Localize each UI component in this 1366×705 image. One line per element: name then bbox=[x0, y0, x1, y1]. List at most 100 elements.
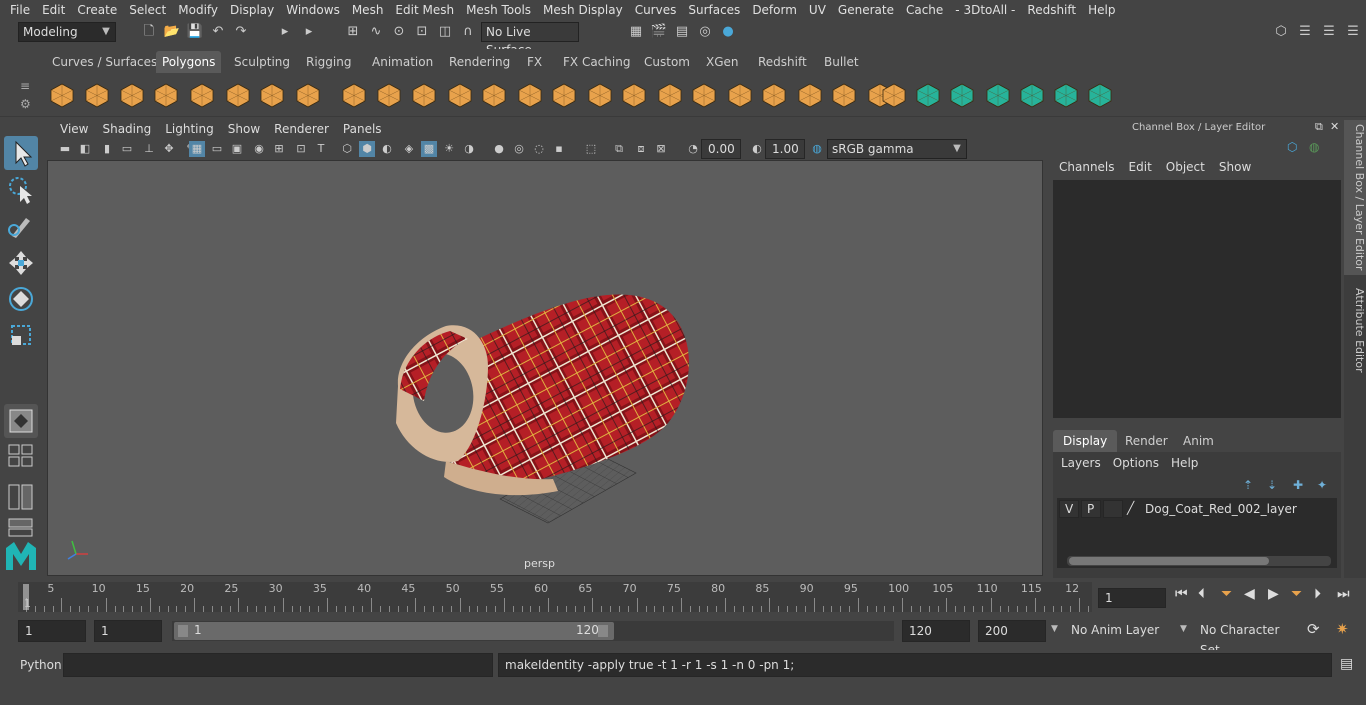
menu-item-mesh[interactable]: Mesh bbox=[346, 0, 390, 20]
chevron-down-icon[interactable]: ▼ bbox=[1180, 624, 1187, 634]
animation-start-field[interactable]: 1 bbox=[18, 620, 86, 642]
single-view-layout-icon[interactable] bbox=[4, 404, 38, 438]
insert-loop-icon[interactable] bbox=[914, 81, 942, 109]
step-forward-icon[interactable]: ⏵ bbox=[1314, 586, 1321, 602]
backface-culling-icon[interactable]: ⊠ bbox=[653, 141, 669, 157]
attribute-editor-side-tab[interactable]: Attribute Editor bbox=[1344, 285, 1366, 375]
snap-surface-icon[interactable]: ◫ bbox=[436, 23, 454, 41]
move-layer-up-icon[interactable]: ⇡ bbox=[1243, 478, 1253, 492]
layer-visibility-toggle[interactable]: V bbox=[1059, 500, 1079, 518]
go-to-end-icon[interactable]: ⏭ bbox=[1337, 586, 1350, 602]
append-icon[interactable] bbox=[586, 81, 614, 109]
field-chart-icon[interactable]: ⊞ bbox=[271, 141, 287, 157]
shelf-tab-rendering[interactable]: Rendering bbox=[443, 51, 516, 73]
mirror-icon[interactable] bbox=[516, 81, 544, 109]
menu-item-windows[interactable]: Windows bbox=[280, 0, 346, 20]
poke-icon[interactable] bbox=[830, 81, 858, 109]
wireframe-on-shaded-icon[interactable]: ◐ bbox=[379, 141, 395, 157]
colorspace-dropdown[interactable]: sRGB gamma ▼ bbox=[827, 139, 967, 159]
magnet-icon[interactable]: ∩ bbox=[459, 23, 477, 41]
camera-icon[interactable]: ▬ bbox=[57, 141, 73, 157]
channel-box-side-tab[interactable]: Channel Box / Layer Editor bbox=[1344, 120, 1366, 275]
shelf-tab-animation[interactable]: Animation bbox=[366, 51, 439, 73]
snap-view-icon[interactable]: ⊡ bbox=[413, 23, 431, 41]
viewport-menu-view[interactable]: View bbox=[53, 122, 95, 136]
motion-blur-icon[interactable]: ● bbox=[491, 141, 507, 157]
outliner-layout-icon[interactable] bbox=[4, 482, 38, 512]
snap-curve-icon[interactable]: ∿ bbox=[367, 23, 385, 41]
attribute-editor-toggle-icon[interactable]: ☰ bbox=[1296, 23, 1314, 41]
lights-icon[interactable]: ▩ bbox=[421, 141, 437, 157]
chevron-down-icon[interactable]: ▼ bbox=[1051, 624, 1058, 634]
shadows-icon[interactable]: ☀ bbox=[441, 141, 457, 157]
time-ruler[interactable]: 1510152025303540455055606570758085909510… bbox=[18, 582, 1092, 612]
new-layer-selected-icon[interactable]: ✦ bbox=[1317, 478, 1327, 492]
sew-uv-icon[interactable] bbox=[1052, 81, 1080, 109]
select-hierarchy-icon[interactable]: ▸ bbox=[276, 23, 294, 41]
menu-item-edit-mesh[interactable]: Edit Mesh bbox=[389, 0, 460, 20]
gamma-field[interactable]: 1.00 bbox=[765, 139, 805, 159]
layer-scrollbar-thumb[interactable] bbox=[1069, 557, 1269, 565]
shelf-tab-redshift[interactable]: Redshift bbox=[752, 51, 813, 73]
shelf-tab-rigging[interactable]: Rigging bbox=[300, 51, 357, 73]
shelf-menu-icon[interactable]: ≡ bbox=[20, 79, 30, 93]
unfold-icon[interactable] bbox=[1086, 81, 1114, 109]
color-management-icon[interactable]: ◍ bbox=[809, 141, 825, 157]
hypershade-icon[interactable]: ● bbox=[719, 23, 737, 41]
character-set-dropdown[interactable]: No Character Set bbox=[1196, 620, 1300, 657]
torus-icon[interactable] bbox=[224, 81, 252, 109]
menu-item-edit[interactable]: Edit bbox=[36, 0, 71, 20]
cone-icon[interactable] bbox=[152, 81, 180, 109]
select-tool-icon[interactable] bbox=[4, 136, 38, 170]
cube-icon[interactable] bbox=[83, 81, 111, 109]
live-surface-field[interactable]: No Live Surface bbox=[481, 22, 579, 57]
command-input[interactable] bbox=[63, 653, 493, 677]
camera-attributes-icon[interactable]: ◧ bbox=[77, 141, 93, 157]
menu-item-curves[interactable]: Curves bbox=[629, 0, 683, 20]
film-gate-icon[interactable]: ▭ bbox=[209, 141, 225, 157]
menu-item-surfaces[interactable]: Surfaces bbox=[682, 0, 746, 20]
persp-graph-layout-icon[interactable] bbox=[4, 516, 38, 538]
shelf-settings-icon[interactable]: ⚙ bbox=[20, 97, 31, 111]
step-forward-key-icon[interactable]: ⏷ bbox=[1291, 586, 1302, 602]
tool-settings-toggle-icon[interactable]: ☰ bbox=[1320, 23, 1338, 41]
shelf-tab-fx-caching[interactable]: FX Caching bbox=[557, 51, 636, 73]
grid-toggle-icon[interactable]: ⊥ bbox=[141, 141, 157, 157]
pyramid-icon[interactable] bbox=[258, 81, 286, 109]
playback-start-field[interactable]: 1 bbox=[94, 620, 162, 642]
move-layer-down-icon[interactable]: ⇣ bbox=[1267, 478, 1277, 492]
channel-box-toggle-icon[interactable]: ☰ bbox=[1344, 23, 1362, 41]
menu-item-mesh-display[interactable]: Mesh Display bbox=[537, 0, 629, 20]
gamma-icon[interactable]: ◐ bbox=[749, 141, 765, 157]
animation-preferences-icon[interactable]: ✷ bbox=[1336, 620, 1349, 638]
sync-icon[interactable]: ◍ bbox=[1309, 140, 1319, 154]
menu-item-uv[interactable]: UV bbox=[803, 0, 832, 20]
menu-item-deform[interactable]: Deform bbox=[746, 0, 803, 20]
menu-item-mesh-tools[interactable]: Mesh Tools bbox=[460, 0, 537, 20]
menu-item-generate[interactable]: Generate bbox=[832, 0, 900, 20]
command-language-label[interactable]: Python bbox=[20, 658, 62, 672]
layer-tab-anim[interactable]: Anim bbox=[1173, 430, 1224, 452]
render-view-icon[interactable]: 🎬 bbox=[650, 23, 668, 41]
layer-menu-layers[interactable]: Layers bbox=[1057, 456, 1109, 474]
pipe-icon[interactable] bbox=[294, 81, 322, 109]
bridge-edge-icon[interactable] bbox=[760, 81, 788, 109]
time-slider[interactable]: 1510152025303540455055606570758085909510… bbox=[0, 580, 1366, 614]
paint-select-tool-icon[interactable] bbox=[4, 208, 38, 242]
layer-name[interactable]: Dog_Coat_Red_002_layer bbox=[1145, 502, 1297, 516]
layer-tab-display[interactable]: Display bbox=[1053, 430, 1118, 452]
smooth-shade-icon[interactable]: ⬢ bbox=[359, 141, 375, 157]
layer-type-toggle[interactable] bbox=[1103, 500, 1123, 518]
cylinder-icon[interactable] bbox=[118, 81, 146, 109]
image-plane-icon[interactable]: ▭ bbox=[119, 141, 135, 157]
workspace-icon[interactable]: ⬡ bbox=[1272, 23, 1290, 41]
snap-point-icon[interactable]: ⊙ bbox=[390, 23, 408, 41]
menu-item-3dtoall[interactable]: - 3DtoAll - bbox=[949, 0, 1021, 20]
plane-icon[interactable] bbox=[188, 81, 216, 109]
move-tool-icon[interactable] bbox=[4, 246, 38, 280]
range-slider-handle[interactable]: 1 120 bbox=[174, 622, 614, 640]
wireframe-icon[interactable]: ⬡ bbox=[339, 141, 355, 157]
cut-uv-icon[interactable] bbox=[1018, 81, 1046, 109]
new-layer-icon[interactable]: ✚ bbox=[1293, 478, 1303, 492]
resolution-gate-icon[interactable]: ▣ bbox=[229, 141, 245, 157]
